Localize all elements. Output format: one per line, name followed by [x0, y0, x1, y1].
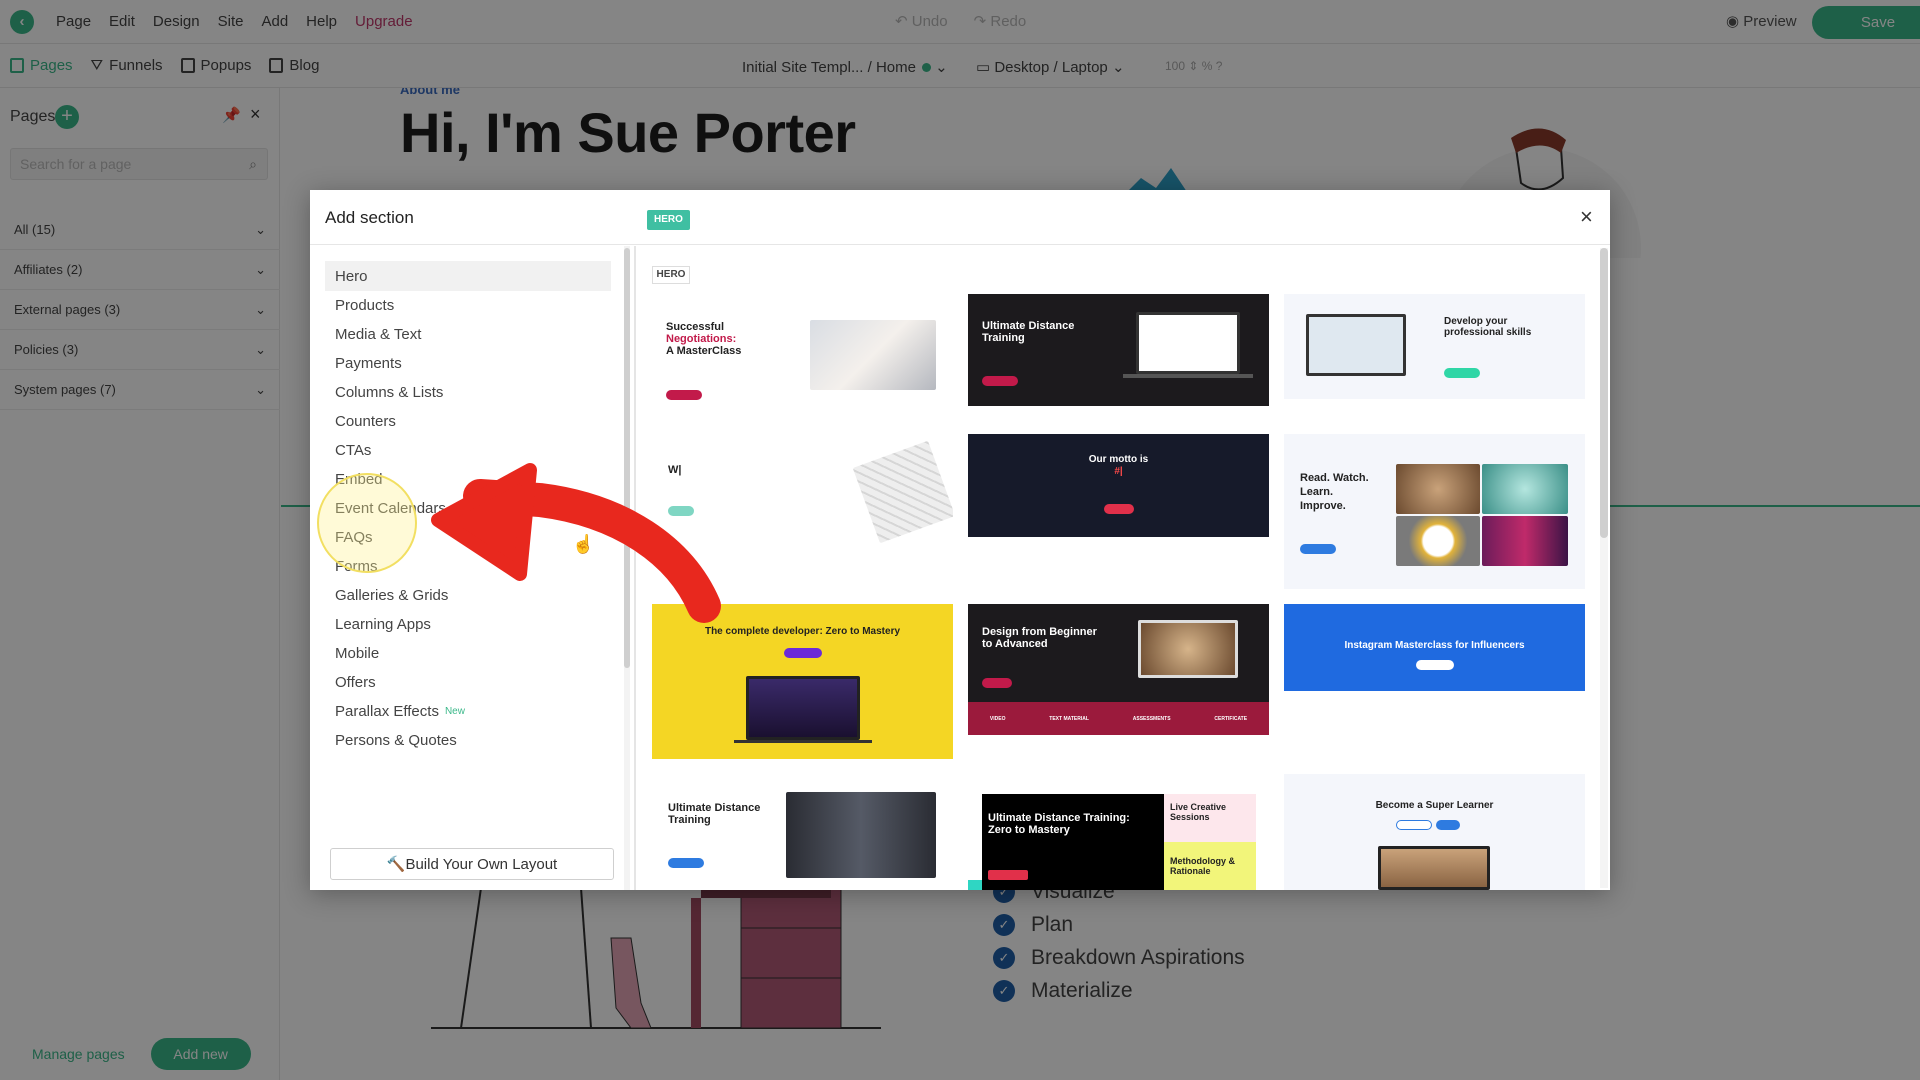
mouse-cursor-icon: ☝ [572, 534, 595, 554]
red-arrow-annotation [431, 463, 721, 623]
